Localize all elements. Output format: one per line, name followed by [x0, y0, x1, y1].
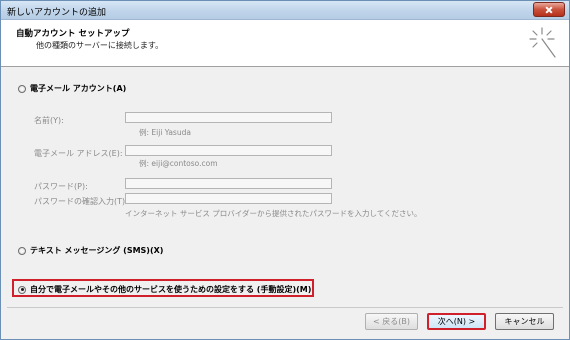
text-messaging-label: テキスト メッセージング (SMS)(X) [30, 246, 164, 255]
manual-setup-label: 自分で電子メールやその他のサービスを使うための設定をする (手動設定)(M) [30, 285, 312, 294]
name-hint: 例: Eiji Yasuda [139, 128, 191, 137]
email-input[interactable] [125, 145, 332, 156]
email-account-option[interactable]: 電子メール アカウント(A) [18, 83, 126, 94]
header-title: 自動アカウント セットアップ [16, 29, 130, 39]
cancel-button[interactable]: キャンセル [495, 313, 554, 330]
email-label: 電子メール アドレス(E): [34, 149, 123, 158]
header-subtitle: 他の種類のサーバーに接続します。 [36, 41, 164, 50]
wizard-header: 自動アカウント セットアップ 他の種類のサーバーに接続します。 [1, 20, 569, 67]
text-messaging-option[interactable]: テキスト メッセージング (SMS)(X) [18, 245, 163, 256]
name-input[interactable] [125, 112, 332, 123]
email-account-radio[interactable] [18, 84, 26, 93]
close-icon[interactable] [533, 2, 565, 17]
wizard-sparkle-icon [529, 27, 556, 58]
window-title: 新しいアカウントの追加 [7, 8, 107, 18]
text-messaging-radio[interactable] [18, 246, 26, 255]
name-label: 名前(Y): [34, 116, 64, 125]
email-hint: 例: eiji@contoso.com [139, 159, 218, 168]
title-bar[interactable]: 新しいアカウントの追加 [1, 1, 569, 20]
password-hint: インターネット サービス プロバイダーから提供されたパスワードを入力してください… [125, 209, 422, 218]
password-confirm-input[interactable] [125, 193, 332, 204]
password-confirm-label: パスワードの確認入力(T): [34, 197, 128, 206]
email-account-label: 電子メール アカウント(A) [30, 84, 127, 93]
next-button[interactable]: 次へ(N) > [427, 313, 486, 330]
manual-setup-radio[interactable] [18, 285, 26, 294]
back-button[interactable]: < 戻る(B) [365, 313, 418, 330]
footer-divider [7, 307, 563, 308]
add-account-dialog: 新しいアカウントの追加 自動アカウント セットアップ 他の種類のサーバーに接続し… [0, 0, 570, 340]
password-label: パスワード(P): [34, 182, 88, 191]
manual-setup-option[interactable]: 自分で電子メールやその他のサービスを使うための設定をする (手動設定)(M) [18, 284, 311, 295]
password-input[interactable] [125, 178, 332, 189]
